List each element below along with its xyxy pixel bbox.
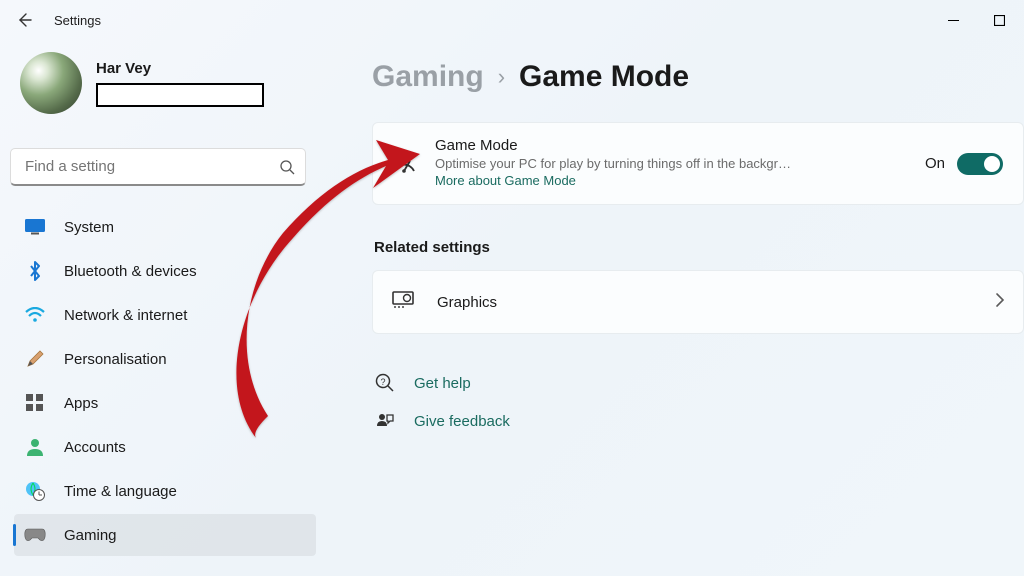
sidebar-item-label: Time & language xyxy=(64,483,177,500)
sidebar-item-bluetooth[interactable]: Bluetooth & devices xyxy=(14,250,316,292)
get-help-link[interactable]: ? Get help xyxy=(372,364,1024,402)
title-bar: Settings xyxy=(0,0,1024,40)
apps-icon xyxy=(24,392,46,414)
gpu-icon xyxy=(391,289,417,315)
toggle-state-label: On xyxy=(925,155,945,172)
minimize-button[interactable] xyxy=(930,4,976,36)
sidebar-item-network[interactable]: Network & internet xyxy=(14,294,316,336)
sidebar-item-label: Personalisation xyxy=(64,351,167,368)
profile-name: Har Vey xyxy=(96,60,264,77)
window-title: Settings xyxy=(54,13,101,28)
paintbrush-icon xyxy=(24,348,46,370)
game-mode-toggle[interactable] xyxy=(957,153,1003,175)
sidebar-item-system[interactable]: System xyxy=(14,206,316,248)
sidebar-item-label: Bluetooth & devices xyxy=(64,263,197,280)
main-content: Gaming › Game Mode Game Mode Optimise yo… xyxy=(358,52,1024,440)
avatar xyxy=(20,52,82,114)
svg-text:?: ? xyxy=(380,377,385,387)
chevron-right-icon xyxy=(995,292,1005,313)
wifi-icon xyxy=(24,304,46,326)
feedback-icon xyxy=(374,410,396,432)
clock-globe-icon xyxy=(24,480,46,502)
chevron-right-icon: › xyxy=(498,64,505,90)
graphics-label: Graphics xyxy=(437,294,975,311)
nav-list: System Bluetooth & devices Network & int… xyxy=(8,200,322,556)
related-settings-heading: Related settings xyxy=(374,239,1024,256)
minimize-icon xyxy=(948,15,959,26)
monitor-icon xyxy=(24,216,46,238)
give-feedback-link[interactable]: Give feedback xyxy=(372,402,1024,440)
sidebar-item-label: Apps xyxy=(64,395,98,412)
sidebar-item-label: Gaming xyxy=(64,527,117,544)
search-input[interactable] xyxy=(25,158,279,175)
breadcrumb-current: Game Mode xyxy=(519,60,689,94)
sidebar-item-label: Accounts xyxy=(64,439,126,456)
breadcrumb-parent[interactable]: Gaming xyxy=(372,60,484,94)
card-title: Game Mode xyxy=(435,137,907,154)
arrow-left-icon xyxy=(16,12,32,28)
help-icon: ? xyxy=(374,372,396,394)
maximize-icon xyxy=(994,15,1005,26)
sidebar-item-accounts[interactable]: Accounts xyxy=(14,426,316,468)
search-input-container[interactable] xyxy=(10,148,306,186)
bluetooth-icon xyxy=(24,260,46,282)
graphics-row[interactable]: Graphics xyxy=(372,270,1024,334)
gamepad-icon xyxy=(24,524,46,546)
give-feedback-label: Give feedback xyxy=(414,413,510,430)
breadcrumb: Gaming › Game Mode xyxy=(372,60,1024,94)
sidebar-item-label: System xyxy=(64,219,114,236)
sidebar-item-personalisation[interactable]: Personalisation xyxy=(14,338,316,380)
search-icon xyxy=(279,159,295,175)
sidebar-item-apps[interactable]: Apps xyxy=(14,382,316,424)
sidebar-item-label: Network & internet xyxy=(64,307,187,324)
maximize-button[interactable] xyxy=(976,4,1022,36)
sidebar: Har Vey System Bluetooth & devices Netwo… xyxy=(0,52,330,558)
profile-email-redacted xyxy=(96,83,264,107)
more-about-link[interactable]: More about Game Mode xyxy=(435,173,576,188)
profile-block[interactable]: Har Vey xyxy=(8,52,322,126)
sidebar-item-time-language[interactable]: Time & language xyxy=(14,470,316,512)
get-help-label: Get help xyxy=(414,375,471,392)
card-description: Optimise your PC for play by turning thi… xyxy=(435,156,907,171)
speedometer-icon xyxy=(391,151,417,177)
game-mode-card: Game Mode Optimise your PC for play by t… xyxy=(372,122,1024,205)
sidebar-item-gaming[interactable]: Gaming xyxy=(14,514,316,556)
person-icon xyxy=(24,436,46,458)
back-button[interactable] xyxy=(12,8,36,32)
